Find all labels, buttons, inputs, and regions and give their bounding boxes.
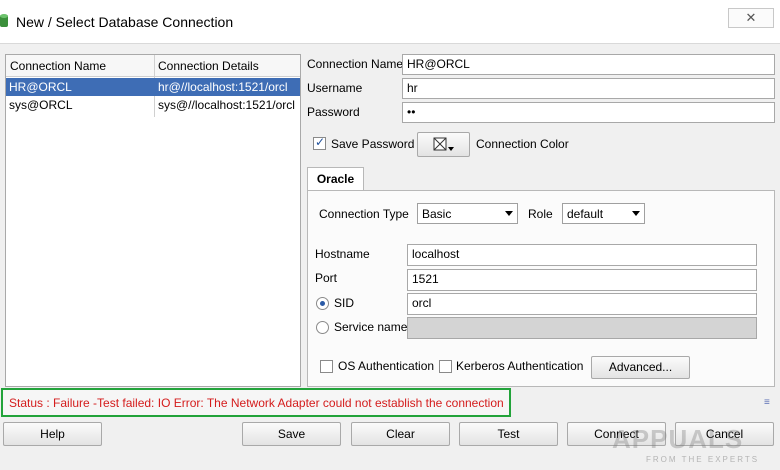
status-bar: Status : Failure -Test failed: IO Error:… xyxy=(1,388,511,417)
connection-list[interactable]: Connection Name Connection Details HR@OR… xyxy=(5,54,301,387)
column-header-connection-details[interactable]: Connection Details xyxy=(158,59,259,73)
save-password-checkbox[interactable] xyxy=(313,135,326,150)
connection-type-select[interactable]: Basic xyxy=(417,203,518,224)
connection-list-header: Connection Name Connection Details xyxy=(6,55,300,77)
advanced-button[interactable]: Advanced... xyxy=(591,356,690,379)
status-grip-icon: ≡ xyxy=(764,397,770,408)
window-title: New / Select Database Connection xyxy=(16,14,234,30)
column-header-connection-name[interactable]: Connection Name xyxy=(10,59,106,73)
kerberos-authentication-label: Kerberos Authentication xyxy=(456,359,584,373)
connection-details-cell: sys@//localhost:1521/orcl xyxy=(158,98,295,112)
sqldeveloper-app-icon xyxy=(0,14,8,27)
close-button[interactable]: ✕ xyxy=(728,8,774,28)
password-field[interactable]: •• xyxy=(402,102,775,123)
help-button[interactable]: Help xyxy=(3,422,102,446)
kerberos-authentication-checkbox[interactable] xyxy=(439,360,452,373)
password-label: Password xyxy=(307,105,360,119)
service-name-label: Service name xyxy=(334,320,408,334)
connection-details-cell: hr@//localhost:1521/orcl xyxy=(158,80,288,94)
connection-name-cell: HR@ORCL xyxy=(9,80,72,94)
os-authentication-checkbox[interactable] xyxy=(320,360,333,373)
role-select[interactable]: default xyxy=(562,203,645,224)
role-value: default xyxy=(567,207,604,221)
sid-label: SID xyxy=(334,296,355,310)
port-field[interactable]: 1521 xyxy=(407,269,757,291)
service-name-field xyxy=(407,317,757,339)
clear-button[interactable]: Clear xyxy=(351,422,450,446)
connection-name-cell: sys@ORCL xyxy=(9,98,73,112)
title-bar: New / Select Database Connection ✕ xyxy=(0,0,780,44)
sid-radio[interactable] xyxy=(316,297,329,310)
connection-type-value: Basic xyxy=(422,207,452,221)
connection-row[interactable]: sys@ORCL sys@//localhost:1521/orcl xyxy=(6,96,300,114)
watermark-logo: APPUALS xyxy=(612,424,744,454)
connection-type-label: Connection Type xyxy=(319,207,409,221)
service-name-radio[interactable] xyxy=(316,321,329,334)
watermark-tagline: FROM THE EXPERTS xyxy=(646,455,760,464)
save-password-label: Save Password xyxy=(331,137,415,151)
save-button[interactable]: Save xyxy=(242,422,341,446)
username-field[interactable]: hr xyxy=(402,78,775,99)
connection-name-label: Connection Name xyxy=(307,57,404,71)
close-icon: ✕ xyxy=(745,10,757,25)
hostname-label: Hostname xyxy=(315,247,370,261)
connection-row[interactable]: HR@ORCL hr@//localhost:1521/orcl xyxy=(6,78,300,96)
status-message: Status : Failure -Test failed: IO Error:… xyxy=(9,396,504,410)
connection-color-label: Connection Color xyxy=(476,137,569,151)
hostname-field[interactable]: localhost xyxy=(407,244,757,266)
test-button[interactable]: Test xyxy=(459,422,558,446)
connection-name-field[interactable]: HR@ORCL xyxy=(402,54,775,75)
color-picker-icon xyxy=(433,137,454,151)
tab-oracle[interactable]: Oracle xyxy=(307,167,364,191)
port-label: Port xyxy=(315,271,338,285)
sid-field[interactable]: orcl xyxy=(407,293,757,315)
role-label: Role xyxy=(528,207,553,221)
connection-color-button[interactable] xyxy=(417,132,470,157)
username-label: Username xyxy=(307,81,363,95)
chevron-down-icon xyxy=(505,211,513,216)
os-authentication-label: OS Authentication xyxy=(338,359,435,373)
chevron-down-icon xyxy=(632,211,640,216)
